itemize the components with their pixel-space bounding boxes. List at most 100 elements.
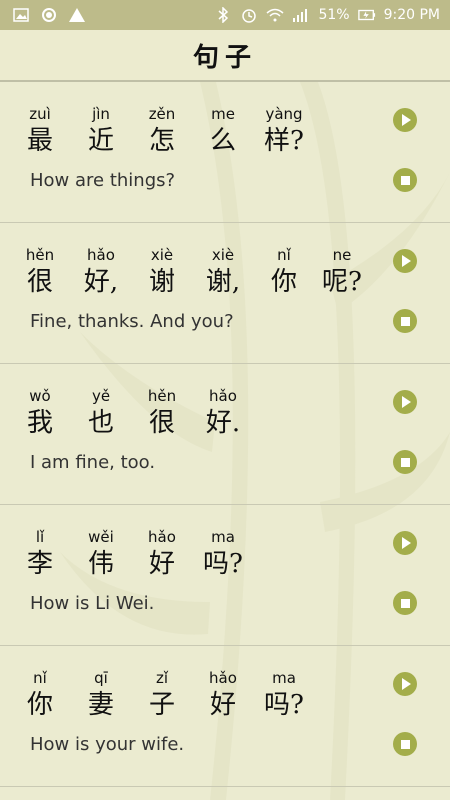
pinyin: xiè [211, 246, 235, 264]
hanzi: 好 [209, 690, 236, 720]
hanzi: 李 [26, 549, 53, 579]
notification-icons [0, 7, 86, 23]
hanzi: 子 [148, 690, 175, 720]
pinyin: jìn [92, 105, 110, 123]
hanzi: 你 [26, 690, 53, 720]
warning-icon [68, 7, 86, 23]
play-button[interactable] [393, 249, 417, 273]
stop-button[interactable] [393, 168, 417, 192]
play-button[interactable] [393, 531, 417, 555]
image-icon [12, 7, 30, 23]
hanzi: 很 [148, 408, 175, 438]
hanzi: 好. [205, 408, 241, 438]
word: wǒ 我 [10, 386, 70, 440]
pinyin: zuì [29, 105, 51, 123]
hanzi: 谢 [148, 267, 175, 297]
english-translation: I am fine, too. [30, 452, 156, 473]
sentence-item: wǒ 我 yě 也 hěn 很 hǎo 好. I am fine, too. [0, 364, 450, 505]
circle-icon [40, 7, 58, 23]
word: xiè 谢 [132, 245, 192, 299]
stop-icon [400, 598, 410, 608]
word: hǎo 好, [71, 245, 131, 299]
stop-icon [400, 175, 410, 185]
pinyin: lǐ [35, 528, 45, 546]
word: qī 妻 [71, 668, 131, 722]
pinyin: ne [332, 246, 352, 264]
english-translation: How is Li Wei. [30, 593, 155, 614]
pinyin: hěn [147, 387, 177, 405]
hanzi: 妻 [87, 690, 114, 720]
play-button[interactable] [393, 672, 417, 696]
hanzi: 最 [26, 126, 53, 156]
play-icon [402, 537, 411, 549]
battery-charging-icon [357, 7, 376, 23]
system-icons: 51% 9:20 PM [214, 7, 450, 23]
hanzi: 好, [83, 267, 119, 297]
hanzi: 也 [87, 408, 114, 438]
play-button[interactable] [393, 390, 417, 414]
word: hěn 很 [10, 245, 70, 299]
pinyin: yàng [265, 105, 303, 123]
pinyin: nǐ [33, 669, 47, 687]
word: ma 吗? [193, 527, 253, 581]
hanzi: 我 [26, 408, 53, 438]
alarm-icon [240, 7, 258, 23]
word: hǎo 好. [193, 386, 253, 440]
hanzi: 怎 [148, 126, 175, 156]
hanzi: 么 [209, 126, 236, 156]
stop-icon [400, 457, 410, 467]
word: yě 也 [71, 386, 131, 440]
bluetooth-icon [214, 7, 232, 23]
hanzi: 谢, [205, 267, 241, 297]
word: hǎo 好 [193, 668, 253, 722]
hanzi: 呢? [322, 267, 362, 297]
word: nǐ 你 [254, 245, 314, 299]
pinyin: hǎo [87, 246, 115, 264]
pinyin: zěn [148, 105, 176, 123]
play-icon [402, 114, 411, 126]
pinyin: me [211, 105, 235, 123]
battery-percent: 51% [318, 7, 350, 23]
pinyin: hǎo [209, 387, 237, 405]
stop-button[interactable] [393, 450, 417, 474]
sentence-item: nǐ 你 qī 妻 zǐ 子 hǎo 好 ma 吗? How is your wife. [0, 646, 450, 787]
english-translation: How is your wife. [30, 734, 185, 755]
hanzi: 伟 [87, 549, 114, 579]
play-button[interactable] [393, 108, 417, 132]
word: zuì 最 [10, 104, 70, 158]
stop-button[interactable] [393, 591, 417, 615]
word: ne 呢? [312, 245, 372, 299]
word: zǐ 子 [132, 668, 192, 722]
stop-button[interactable] [393, 732, 417, 756]
signal-icon [292, 7, 310, 23]
pinyin: wǒ [29, 387, 51, 405]
sentence-list: zuì 最 jìn 近 zěn 怎 me 么 yàng 样? How are things? hěn 很… [0, 82, 450, 787]
pinyin: hǎo [148, 528, 176, 546]
wifi-icon [266, 7, 284, 23]
word: zěn 怎 [132, 104, 192, 158]
stop-button[interactable] [393, 309, 417, 333]
stop-icon [400, 316, 410, 326]
pinyin: ma [211, 528, 235, 546]
word: jìn 近 [71, 104, 131, 158]
sentence-item: zuì 最 jìn 近 zěn 怎 me 么 yàng 样? How are things? [0, 82, 450, 223]
word: yàng 样? [254, 104, 314, 158]
pinyin: ma [272, 669, 296, 687]
play-icon [402, 255, 411, 267]
word: xiè 谢, [193, 245, 253, 299]
pinyin: yě [91, 387, 111, 405]
pinyin: hǎo [209, 669, 237, 687]
word: lǐ 李 [10, 527, 70, 581]
sentence-item: lǐ 李 wěi 伟 hǎo 好 ma 吗? How is Li Wei. [0, 505, 450, 646]
pinyin: qī [94, 669, 108, 687]
status-bar: 51% 9:20 PM [0, 0, 450, 30]
word: me 么 [193, 104, 253, 158]
page-title: 句子 [0, 30, 450, 82]
stop-icon [400, 739, 410, 749]
pinyin: hěn [25, 246, 55, 264]
pinyin: zǐ [155, 669, 169, 687]
hanzi: 很 [26, 267, 53, 297]
hanzi: 吗? [203, 549, 243, 579]
word: hěn 很 [132, 386, 192, 440]
word: wěi 伟 [71, 527, 131, 581]
